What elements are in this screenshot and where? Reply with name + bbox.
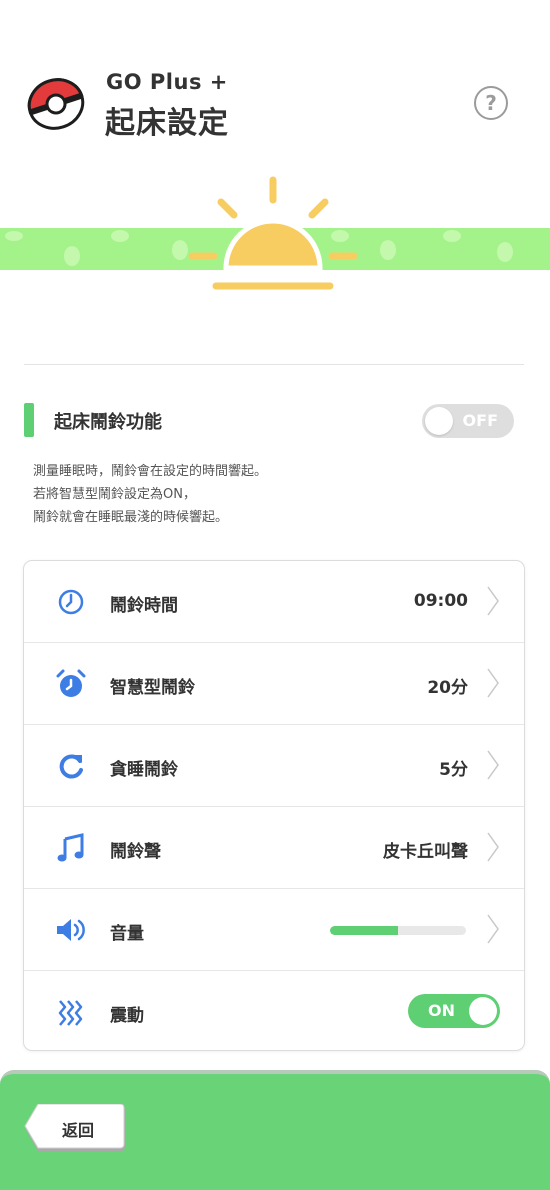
alarm-feature-row: 起床鬧鈴功能 OFF xyxy=(24,400,524,440)
page-title: 起床設定 xyxy=(105,106,229,141)
header: GO Plus + 起床設定 ? xyxy=(0,60,550,150)
chevron-right-icon xyxy=(487,668,499,698)
description-line: 測量睡眠時，鬧鈴會在設定的時間響起。 xyxy=(33,464,268,479)
settings-row-label: 貪睡鬧鈴 xyxy=(110,760,178,780)
vibration-icon xyxy=(58,1000,83,1026)
vibration-toggle[interactable]: ON xyxy=(408,994,500,1028)
description-line: 鬧鈴就會在睡眠最淺的時候響起。 xyxy=(33,510,229,525)
alarm-feature-toggle[interactable]: OFF xyxy=(422,404,514,438)
sunrise-banner xyxy=(0,176,550,290)
description-line: 若將智慧型鬧鈴設定為ON， xyxy=(33,487,196,502)
settings-row-label: 鬧鈴時間 xyxy=(110,596,178,616)
section-marker xyxy=(24,403,34,437)
volume-slider[interactable] xyxy=(330,926,466,935)
back-button[interactable]: 返回 xyxy=(24,1104,126,1152)
chevron-right-icon xyxy=(487,832,499,862)
settings-row-value: 09:00 xyxy=(413,591,468,611)
poke-ball-logo-icon xyxy=(27,78,85,130)
settings-row-alarm-time[interactable]: 鬧鈴時間 09:00 xyxy=(24,561,524,643)
toggle-knob xyxy=(469,997,497,1025)
settings-row-label: 音量 xyxy=(110,924,144,944)
settings-row-label: 鬧鈴聲 xyxy=(110,842,161,862)
settings-row-vibration: 震動 ON xyxy=(24,971,524,1052)
settings-row-snooze[interactable]: 貪睡鬧鈴 5分 xyxy=(24,725,524,807)
toggle-state-text: ON xyxy=(428,1001,455,1020)
settings-row-smart-alarm[interactable]: 智慧型鬧鈴 20分 xyxy=(24,643,524,725)
toggle-knob xyxy=(425,407,453,435)
footer-bar: 返回 xyxy=(0,1070,550,1190)
speaker-icon xyxy=(57,919,85,941)
music-note-icon xyxy=(57,833,84,862)
chevron-right-icon xyxy=(487,586,499,616)
app-subtitle: GO Plus + xyxy=(106,70,228,94)
feature-description: 測量睡眠時，鬧鈴會在設定的時間響起。 若將智慧型鬧鈴設定為ON， 鬧鈴就會在睡眠… xyxy=(33,460,267,529)
clock-icon xyxy=(58,589,84,615)
chevron-right-icon xyxy=(487,750,499,780)
section-divider xyxy=(24,364,524,365)
settings-card: 鬧鈴時間 09:00 智慧型鬧鈴 20分 貪睡鬧鈴 5分 鬧鈴聲 皮卡丘叫聲 音… xyxy=(23,560,525,1051)
settings-row-value: 20分 xyxy=(427,678,468,698)
settings-row-value: 5分 xyxy=(439,760,468,780)
toggle-state-text: OFF xyxy=(462,411,498,430)
alarm-clock-icon xyxy=(56,669,86,697)
settings-row-label: 智慧型鬧鈴 xyxy=(110,678,195,698)
settings-row-alarm-sound[interactable]: 鬧鈴聲 皮卡丘叫聲 xyxy=(24,807,524,889)
chevron-right-icon xyxy=(487,914,499,944)
settings-row-label: 震動 xyxy=(110,1006,144,1026)
question-circle-icon[interactable]: ? xyxy=(474,86,508,120)
refresh-icon xyxy=(59,754,83,779)
settings-row-volume[interactable]: 音量 xyxy=(24,889,524,971)
back-button-label: 返回 xyxy=(62,1121,95,1140)
volume-level xyxy=(330,926,398,935)
settings-row-value: 皮卡丘叫聲 xyxy=(383,842,468,862)
alarm-feature-label: 起床鬧鈴功能 xyxy=(54,412,162,433)
